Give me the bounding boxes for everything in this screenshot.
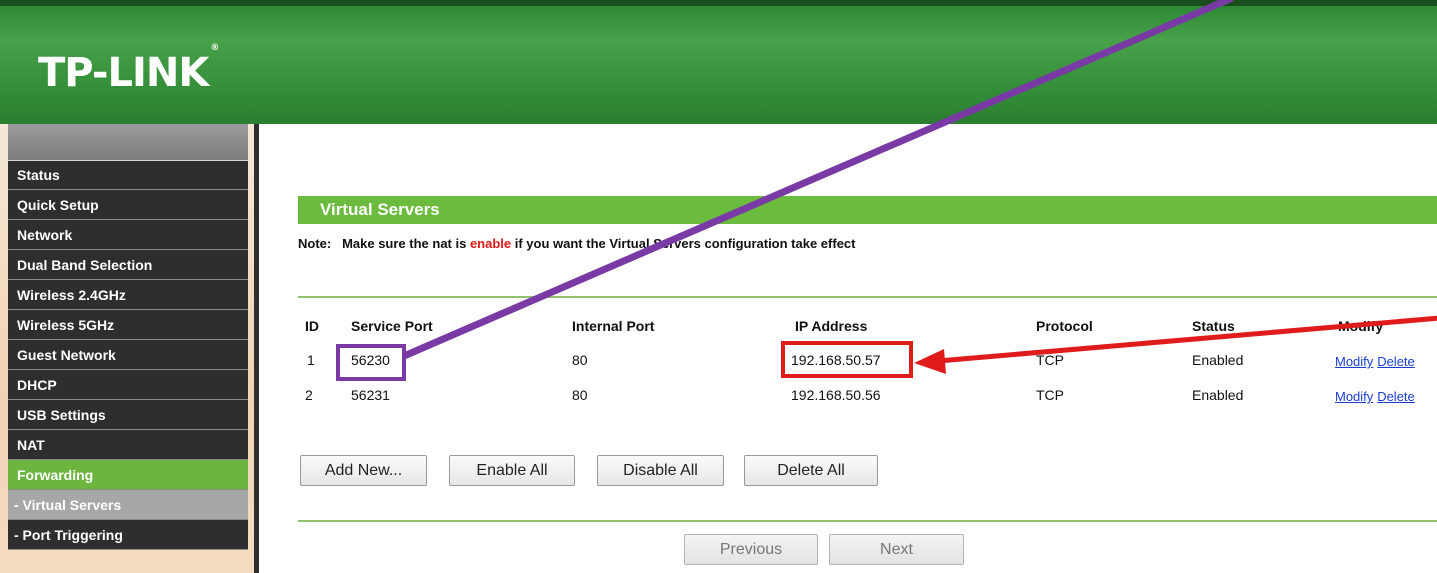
note-highlight: enable: [469, 236, 512, 251]
sidebar-item-dhcp[interactable]: DHCP: [8, 370, 248, 400]
sidebar-item-network[interactable]: Network: [8, 220, 248, 250]
row2-ip-address: 192.168.50.56: [791, 387, 881, 403]
row1-delete-link[interactable]: Delete: [1377, 354, 1415, 369]
sidebar-top-bar: [8, 124, 248, 161]
row1-ip-address: 192.168.50.57: [791, 352, 881, 368]
table-bottom-rule: [298, 520, 1437, 522]
sidebar-item-wireless-5ghz[interactable]: Wireless 5GHz: [8, 310, 248, 340]
row1-id: 1: [307, 352, 315, 368]
table-top-rule: [298, 296, 1437, 298]
header-service-port: Service Port: [351, 318, 433, 334]
header-protocol: Protocol: [1036, 318, 1093, 334]
row1-service-port: 56230: [351, 352, 390, 368]
row1-protocol: TCP: [1036, 352, 1064, 368]
sidebar-item-forwarding[interactable]: Forwarding: [8, 460, 248, 490]
main-content: Virtual Servers Note: Make sure the nat …: [260, 124, 1437, 573]
previous-button[interactable]: Previous: [684, 534, 818, 565]
row2-id: 2: [305, 387, 313, 403]
sidebar-item-virtual-servers[interactable]: - Virtual Servers: [8, 490, 248, 520]
header-status: Status: [1192, 318, 1235, 334]
header-id: ID: [305, 318, 319, 334]
disable-all-button[interactable]: Disable All: [597, 455, 724, 486]
row2-internal-port: 80: [572, 387, 588, 403]
header-banner: TP-LINK®: [0, 0, 1437, 124]
row1-internal-port: 80: [572, 352, 588, 368]
sidebar-item-quick-setup[interactable]: Quick Setup: [8, 190, 248, 220]
note-prefix: Note:: [298, 236, 332, 251]
row1-status: Enabled: [1192, 352, 1244, 368]
sidebar-item-guest-network[interactable]: Guest Network: [8, 340, 248, 370]
delete-all-button[interactable]: Delete All: [744, 455, 878, 486]
row2-status: Enabled: [1192, 387, 1244, 403]
sidebar-item-wireless-24ghz[interactable]: Wireless 2.4GHz: [8, 280, 248, 310]
row2-protocol: TCP: [1036, 387, 1064, 403]
row2-service-port: 56231: [351, 387, 390, 403]
header-top-rule: [0, 0, 1437, 6]
sidebar-item-dual-band-selection[interactable]: Dual Band Selection: [8, 250, 248, 280]
enable-all-button[interactable]: Enable All: [449, 455, 575, 486]
row2-actions: Modify Delete: [1335, 388, 1415, 404]
sidebar-item-nat[interactable]: NAT: [8, 430, 248, 460]
row2-modify-link[interactable]: Modify: [1335, 389, 1373, 404]
row1-modify-link[interactable]: Modify: [1335, 354, 1373, 369]
header-modify: Modify: [1338, 318, 1384, 334]
header-internal-port: Internal Port: [572, 318, 655, 334]
row2-delete-link[interactable]: Delete: [1377, 389, 1415, 404]
nat-note: Note: Make sure the nat is enable if you…: [298, 236, 855, 251]
sidebar-divider: [254, 124, 259, 573]
note-text-before: Make sure the nat is: [342, 236, 470, 251]
row1-actions: Modify Delete: [1335, 353, 1415, 369]
header-ip-address: IP Address: [795, 318, 868, 334]
sidebar-item-status[interactable]: Status: [8, 161, 248, 190]
sidebar-item-port-triggering[interactable]: - Port Triggering: [8, 520, 248, 550]
next-button[interactable]: Next: [829, 534, 964, 565]
add-new-button[interactable]: Add New...: [300, 455, 427, 486]
tp-link-logo: TP-LINK®: [38, 42, 220, 96]
sidebar-menu: Status Quick Setup Network Dual Band Sel…: [8, 124, 248, 550]
section-title: Virtual Servers: [298, 196, 1437, 224]
note-text-after: if you want the Virtual Servers configur…: [511, 236, 856, 251]
sidebar-item-usb-settings[interactable]: USB Settings: [8, 400, 248, 430]
